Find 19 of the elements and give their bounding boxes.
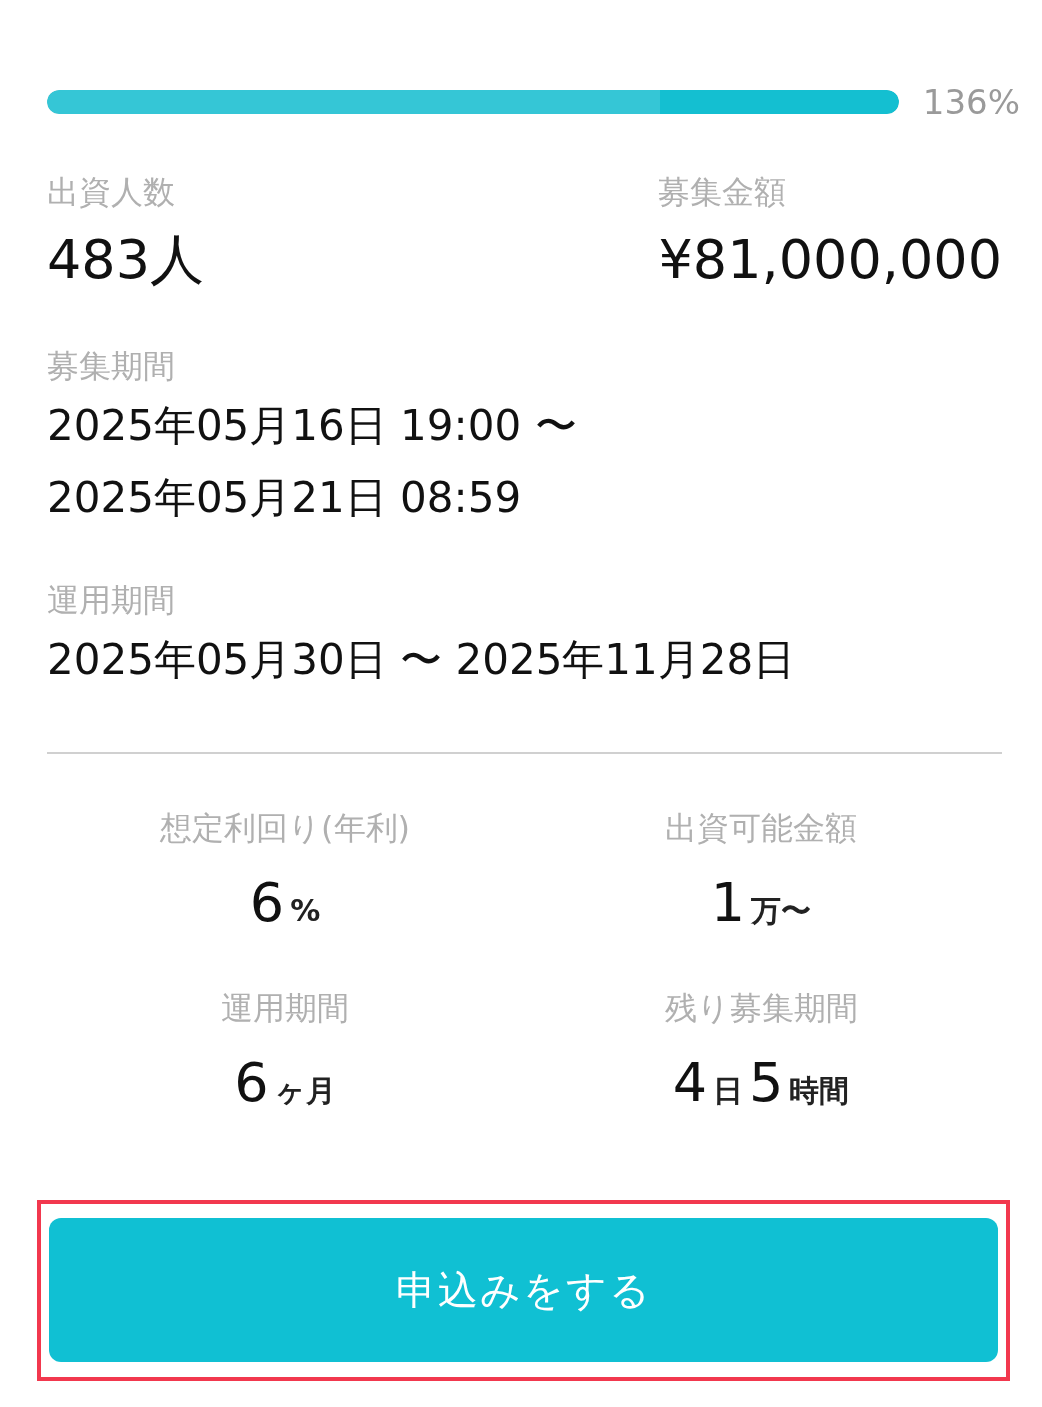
field-label: 出資人数	[47, 172, 176, 213]
stat-value: 1 万〜	[710, 870, 812, 936]
field-label: 募集金額	[658, 172, 788, 213]
field-value: 483人	[47, 227, 205, 293]
stat-value: 6 ヶ月	[234, 1050, 336, 1116]
progress-percentage: 136%	[922, 82, 1020, 122]
stat-value: 6%	[249, 870, 321, 936]
apply-button[interactable]: 申込みをする	[49, 1218, 998, 1362]
date-text: 2025年05月16日 19:00 〜	[47, 400, 578, 452]
date-text: 2025年05月30日 〜 2025年11月28日	[47, 634, 797, 686]
stat-label: 残り募集期間	[664, 988, 858, 1029]
field-label: 運用期間	[47, 580, 176, 621]
field-value: ¥81,000,000	[658, 227, 1002, 293]
field-label: 募集期間	[47, 346, 176, 387]
stat-label: 想定利回り(年利)	[160, 808, 410, 849]
stat-label: 運用期間	[221, 988, 349, 1029]
date-text: 2025年05月21日 08:59	[47, 472, 523, 524]
stat-value: 4 日 5 時間	[672, 1050, 850, 1116]
stat-label: 出資可能金額	[665, 808, 857, 849]
